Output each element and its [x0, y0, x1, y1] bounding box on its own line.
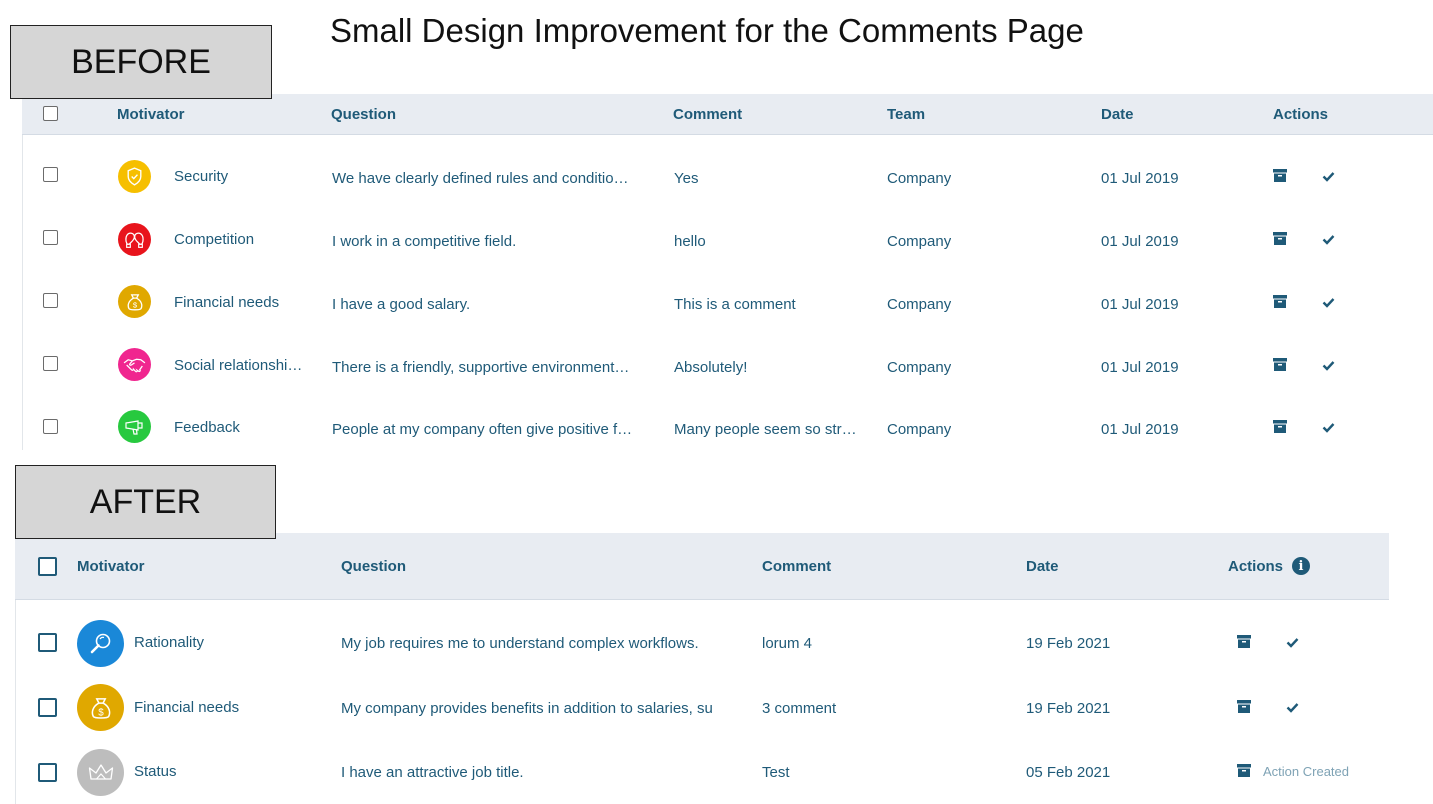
date-text: 01 Jul 2019 — [1101, 170, 1179, 187]
before-label: BEFORE — [10, 25, 272, 99]
question-text: My job requires me to understand complex… — [341, 635, 699, 652]
archive-icon[interactable] — [1237, 700, 1251, 713]
archive-icon[interactable] — [1237, 764, 1251, 777]
motivator-label: Financial needs — [174, 294, 280, 311]
row-checkbox[interactable] — [38, 633, 57, 652]
motivator-label: Competition — [174, 231, 255, 248]
checkmark-icon[interactable] — [1322, 234, 1335, 245]
after-col-question[interactable]: Question — [341, 558, 406, 575]
question-text: There is a friendly, supportive environm… — [332, 359, 630, 376]
before-col-actions: Actions — [1273, 106, 1329, 123]
date-text: 19 Feb 2021 — [1026, 635, 1111, 652]
motivator-label: Social relationshi… — [174, 357, 303, 374]
motivator-label: Feedback — [174, 419, 240, 436]
action-created-status: Action Created — [1263, 764, 1349, 779]
after-col-motivator[interactable]: Motivator — [77, 558, 145, 575]
before-col-comment[interactable]: Comment — [673, 106, 742, 123]
row-checkbox[interactable] — [43, 230, 58, 245]
after-col-date[interactable]: Date — [1026, 558, 1059, 575]
handshake-icon — [118, 348, 151, 381]
comment-text: Test — [762, 764, 790, 781]
date-text: 19 Feb 2021 — [1026, 700, 1111, 717]
comment-text: Yes — [674, 170, 699, 187]
checkmark-icon[interactable] — [1286, 637, 1299, 648]
comment-text: hello — [674, 233, 706, 250]
before-col-question[interactable]: Question — [331, 106, 396, 123]
row-checkbox[interactable] — [38, 763, 57, 782]
archive-icon[interactable] — [1273, 169, 1287, 182]
checkmark-icon[interactable] — [1322, 297, 1335, 308]
money-bag-icon: $ — [118, 285, 151, 318]
team-text: Company — [887, 233, 952, 250]
row-checkbox[interactable] — [43, 419, 58, 434]
after-select-all-checkbox[interactable] — [38, 557, 57, 576]
archive-icon[interactable] — [1273, 295, 1287, 308]
archive-icon[interactable] — [1237, 635, 1251, 648]
comment-text: Many people seem so str… — [674, 421, 857, 438]
date-text: 01 Jul 2019 — [1101, 421, 1179, 438]
comment-text: This is a comment — [674, 296, 796, 313]
after-table-header — [15, 533, 1389, 600]
crown-icon — [77, 749, 124, 796]
date-text: 01 Jul 2019 — [1101, 233, 1179, 250]
question-text: People at my company often give positive… — [332, 421, 633, 438]
question-text: We have clearly defined rules and condit… — [332, 170, 629, 187]
row-checkbox[interactable] — [38, 698, 57, 717]
checkmark-icon[interactable] — [1286, 702, 1299, 713]
team-text: Company — [887, 296, 952, 313]
before-select-all-checkbox[interactable] — [43, 106, 58, 121]
boxing-gloves-icon — [118, 223, 151, 256]
row-checkbox[interactable] — [43, 293, 58, 308]
after-col-comment[interactable]: Comment — [762, 558, 831, 575]
row-checkbox[interactable] — [43, 356, 58, 371]
motivator-label: Financial needs — [134, 699, 240, 716]
money-bag-icon: $ — [77, 684, 124, 731]
motivator-label: Status — [134, 763, 177, 780]
motivator-label: Security — [174, 168, 229, 185]
archive-icon[interactable] — [1273, 232, 1287, 245]
comment-text: 3 comment — [762, 700, 837, 717]
shield-icon — [118, 160, 151, 193]
team-text: Company — [887, 359, 952, 376]
before-col-motivator[interactable]: Motivator — [117, 106, 185, 123]
question-text: My company provides benefits in addition… — [341, 700, 713, 717]
question-text: I have a good salary. — [332, 296, 471, 313]
magnifier-icon — [77, 620, 124, 667]
before-table-divider — [22, 135, 23, 450]
question-text: I work in a competitive field. — [332, 233, 517, 250]
page-title: Small Design Improvement for the Comment… — [330, 12, 1084, 49]
before-col-date[interactable]: Date — [1101, 106, 1134, 123]
date-text: 01 Jul 2019 — [1101, 359, 1179, 376]
svg-text:$: $ — [98, 707, 104, 718]
after-label: AFTER — [15, 465, 276, 539]
row-checkbox[interactable] — [43, 167, 58, 182]
after-col-actions: Actions — [1228, 558, 1284, 575]
archive-icon[interactable] — [1273, 420, 1287, 433]
comment-text: lorum 4 — [762, 635, 813, 652]
megaphone-icon — [118, 410, 151, 443]
checkmark-icon[interactable] — [1322, 360, 1335, 371]
question-text: I have an attractive job title. — [341, 764, 524, 781]
before-col-team[interactable]: Team — [887, 106, 925, 123]
svg-text:$: $ — [132, 300, 137, 309]
checkmark-icon[interactable] — [1322, 171, 1335, 182]
archive-icon[interactable] — [1273, 358, 1287, 371]
info-icon[interactable]: i — [1292, 557, 1310, 575]
motivator-label: Rationality — [134, 634, 205, 651]
team-text: Company — [887, 421, 952, 438]
team-text: Company — [887, 170, 952, 187]
comment-text: Absolutely! — [674, 359, 748, 376]
date-text: 01 Jul 2019 — [1101, 296, 1179, 313]
after-table-divider — [15, 600, 16, 804]
date-text: 05 Feb 2021 — [1026, 764, 1111, 781]
checkmark-icon[interactable] — [1322, 422, 1335, 433]
